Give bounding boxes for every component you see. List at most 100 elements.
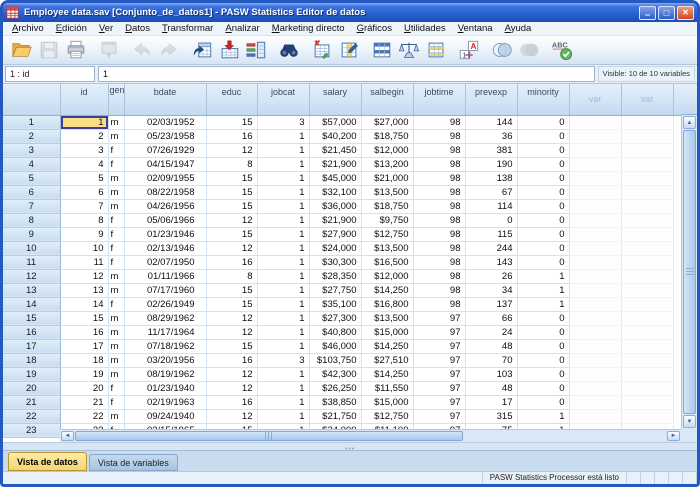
cell-var[interactable] — [621, 339, 673, 353]
cell-bdate[interactable]: 01/11/1966 — [124, 269, 206, 283]
cell-salbegin[interactable]: $12,000 — [361, 143, 413, 157]
close-button[interactable] — [677, 6, 694, 20]
cell-jobtime[interactable]: 97 — [413, 339, 465, 353]
cell-var[interactable] — [621, 269, 673, 283]
cell-var[interactable] — [621, 143, 673, 157]
cell-salbegin[interactable]: $27,510 — [361, 353, 413, 367]
cell-minority[interactable]: 0 — [517, 213, 569, 227]
cell-educ[interactable]: 16 — [206, 129, 257, 143]
cell-salary[interactable]: $35,100 — [309, 297, 361, 311]
column-header-var[interactable]: var — [569, 84, 621, 115]
cell-var[interactable] — [569, 115, 621, 129]
cell-jobcat[interactable]: 1 — [257, 199, 309, 213]
cell-id[interactable]: 10 — [60, 241, 108, 255]
find-icon[interactable] — [275, 37, 302, 63]
cell-var[interactable] — [621, 297, 673, 311]
cell-jobcat[interactable]: 1 — [257, 185, 309, 199]
cell-var[interactable] — [569, 157, 621, 171]
cell-educ[interactable]: 12 — [206, 241, 257, 255]
cell-id[interactable]: 3 — [60, 143, 108, 157]
cell-salary[interactable]: $38,850 — [309, 395, 361, 409]
row-number[interactable]: 14 — [3, 297, 60, 311]
cell-minority[interactable]: 0 — [517, 255, 569, 269]
cell-salary[interactable]: $40,200 — [309, 129, 361, 143]
cell-salbegin[interactable]: $18,750 — [361, 199, 413, 213]
cell-var[interactable] — [621, 325, 673, 339]
cell-prevexp[interactable]: 315 — [465, 409, 517, 423]
cell-jobcat[interactable]: 1 — [257, 339, 309, 353]
cell-salary[interactable]: $32,100 — [309, 185, 361, 199]
pane-splitter[interactable] — [3, 442, 697, 450]
cell-educ[interactable]: 16 — [206, 255, 257, 269]
row-number[interactable]: 16 — [3, 325, 60, 339]
cell-var[interactable] — [569, 409, 621, 423]
cell-gender[interactable]: m — [108, 283, 124, 297]
cell-var[interactable] — [621, 199, 673, 213]
row-number[interactable]: 20 — [3, 381, 60, 395]
cell-var[interactable] — [569, 367, 621, 381]
cell-salbegin[interactable]: $11,550 — [361, 381, 413, 395]
value-labels-icon[interactable]: 1A — [455, 37, 482, 63]
cell-educ[interactable]: 15 — [206, 171, 257, 185]
cell-gender[interactable]: m — [108, 129, 124, 143]
cell-salbegin[interactable]: $9,750 — [361, 213, 413, 227]
cell-prevexp[interactable]: 103 — [465, 367, 517, 381]
cell-minority[interactable]: 1 — [517, 283, 569, 297]
cell-var[interactable] — [621, 157, 673, 171]
cell-minority[interactable]: 0 — [517, 339, 569, 353]
cell-jobcat[interactable]: 1 — [257, 311, 309, 325]
scroll-left-button[interactable] — [61, 431, 74, 441]
cell-var[interactable] — [621, 241, 673, 255]
row-number[interactable]: 4 — [3, 157, 60, 171]
cell-educ[interactable]: 15 — [206, 339, 257, 353]
cell-salbegin[interactable]: $21,000 — [361, 171, 413, 185]
cell-var[interactable] — [569, 353, 621, 367]
cell-jobtime[interactable]: 98 — [413, 227, 465, 241]
menu-ver[interactable]: Ver — [93, 22, 119, 35]
cell-bdate[interactable]: 02/13/1946 — [124, 241, 206, 255]
cell-id[interactable]: 22 — [60, 409, 108, 423]
column-header-jobcat[interactable]: jobcat — [257, 84, 309, 115]
cell-prevexp[interactable]: 66 — [465, 311, 517, 325]
cell-jobtime[interactable]: 98 — [413, 115, 465, 129]
cell-bdate[interactable]: 04/26/1956 — [124, 199, 206, 213]
cell-var[interactable] — [569, 143, 621, 157]
column-header-bdate[interactable]: bdate — [124, 84, 206, 115]
cell-educ[interactable]: 8 — [206, 269, 257, 283]
cell-id[interactable]: 15 — [60, 311, 108, 325]
cell-educ[interactable]: 15 — [206, 297, 257, 311]
row-number[interactable]: 15 — [3, 311, 60, 325]
cell-jobcat[interactable]: 1 — [257, 241, 309, 255]
cell-minority[interactable]: 0 — [517, 143, 569, 157]
cell-salary[interactable]: $28,350 — [309, 269, 361, 283]
goto-case-icon[interactable] — [188, 37, 215, 63]
cell-bdate[interactable]: 02/26/1949 — [124, 297, 206, 311]
cell-gender[interactable]: m — [108, 325, 124, 339]
cell-jobcat[interactable]: 1 — [257, 213, 309, 227]
cell-prevexp[interactable]: 114 — [465, 199, 517, 213]
cell-salary[interactable]: $30,300 — [309, 255, 361, 269]
cell-salary[interactable]: $26,250 — [309, 381, 361, 395]
cell-minority[interactable]: 1 — [517, 269, 569, 283]
row-number[interactable]: 6 — [3, 185, 60, 199]
cell-gender[interactable]: f — [108, 157, 124, 171]
cell-bdate[interactable]: 02/09/1955 — [124, 171, 206, 185]
cell-educ[interactable]: 15 — [206, 185, 257, 199]
cell-minority[interactable]: 0 — [517, 381, 569, 395]
cell-var[interactable] — [621, 227, 673, 241]
cell-jobcat[interactable]: 3 — [257, 115, 309, 129]
cell-salary[interactable]: $21,750 — [309, 409, 361, 423]
row-number[interactable]: 1 — [3, 115, 60, 129]
cell-var[interactable] — [569, 227, 621, 241]
row-number[interactable]: 9 — [3, 227, 60, 241]
cell-jobtime[interactable]: 98 — [413, 199, 465, 213]
cell-prevexp[interactable]: 34 — [465, 283, 517, 297]
cell-id[interactable]: 13 — [60, 283, 108, 297]
use-variable-sets-icon[interactable] — [488, 37, 515, 63]
cell-salary[interactable]: $21,900 — [309, 157, 361, 171]
cell-prevexp[interactable]: 143 — [465, 255, 517, 269]
cell-var[interactable] — [621, 381, 673, 395]
cell-prevexp[interactable]: 138 — [465, 171, 517, 185]
cell-educ[interactable]: 12 — [206, 325, 257, 339]
row-number[interactable]: 17 — [3, 339, 60, 353]
